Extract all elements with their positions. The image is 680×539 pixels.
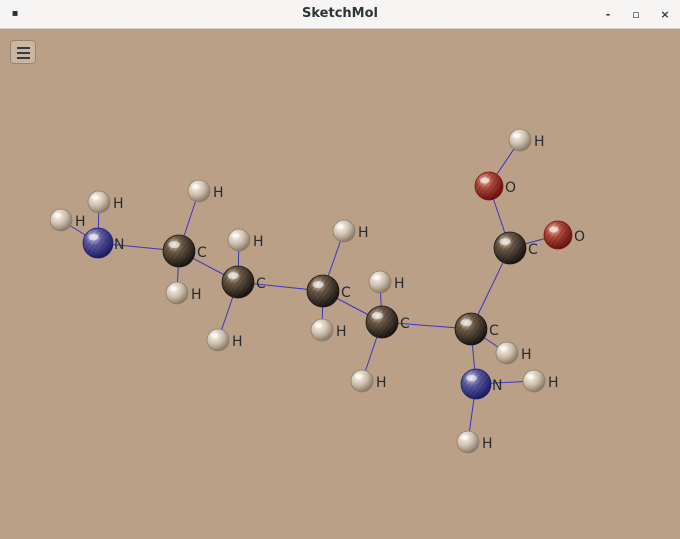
atom-highlight	[88, 233, 99, 241]
atom-highlight	[91, 195, 100, 201]
window-title: SketchMol	[302, 6, 378, 21]
atom-shading	[366, 306, 398, 338]
atom-label: H	[336, 324, 347, 340]
atom-highlight	[499, 238, 511, 246]
atom-sphere[interactable]	[87, 190, 111, 214]
atom-shading	[83, 228, 113, 258]
atom-label: C	[400, 316, 410, 332]
atom-sphere[interactable]	[508, 128, 532, 152]
atom-highlight	[460, 435, 469, 441]
atom-shading	[222, 266, 254, 298]
atom-highlight	[460, 319, 472, 327]
atom-highlight	[227, 272, 239, 280]
atom-shading	[455, 313, 487, 345]
paper-texture	[0, 29, 680, 539]
hamburger-icon-bar	[17, 57, 30, 59]
atom-label: C	[528, 242, 538, 258]
atom-sphere[interactable]	[332, 219, 356, 243]
atom-label: H	[213, 185, 224, 201]
atom-sphere[interactable]	[350, 369, 374, 393]
atom-highlight	[548, 226, 559, 233]
atom-label: H	[253, 234, 264, 250]
atom-label: H	[376, 375, 387, 391]
atom-highlight	[336, 224, 345, 230]
atom-label: N	[114, 237, 124, 253]
atom-shading	[475, 172, 503, 200]
atom-sphere[interactable]	[522, 369, 546, 393]
title-bar[interactable]: ▪ SketchMol - ▫ ×	[0, 0, 680, 29]
atom-label: O	[505, 180, 516, 196]
atom-label: H	[232, 334, 243, 350]
hamburger-menu-button[interactable]	[10, 40, 36, 64]
molecule-drawing[interactable]: NHHCHHCHHCHH CHHCHN HHCOHO	[0, 29, 680, 539]
atom-highlight	[168, 241, 180, 249]
atom-shading	[307, 275, 339, 307]
atom-sphere[interactable]	[368, 270, 392, 294]
atom-highlight	[314, 323, 323, 329]
atom-highlight	[53, 213, 62, 219]
minimize-button[interactable]: -	[598, 5, 618, 25]
atom-shading	[163, 235, 195, 267]
atom-highlight	[169, 286, 178, 292]
atom-label: C	[256, 276, 266, 292]
atom-sphere[interactable]	[227, 228, 251, 252]
atom-label: N	[492, 378, 502, 394]
atom-label: C	[197, 245, 207, 261]
atom-highlight	[371, 312, 383, 320]
close-button[interactable]: ×	[655, 5, 675, 25]
atom-highlight	[499, 346, 508, 352]
atom-label: C	[489, 323, 499, 339]
atom-label: H	[548, 375, 559, 391]
atom-sphere[interactable]	[187, 179, 211, 203]
molecule-canvas[interactable]: NHHCHHCHHCHHCHHCHNHHCOHO	[0, 29, 680, 539]
maximize-button[interactable]: ▫	[626, 5, 646, 25]
atom-shading	[494, 232, 526, 264]
atom-sphere[interactable]	[206, 328, 230, 352]
atom-label: H	[113, 196, 124, 212]
atom-highlight	[191, 184, 200, 190]
atom-sphere[interactable]	[310, 318, 334, 342]
atom-label: C	[341, 285, 351, 301]
atom-label: H	[75, 214, 86, 230]
atom-sphere[interactable]	[165, 281, 189, 305]
atom-highlight	[372, 275, 381, 281]
hamburger-icon-bar	[17, 52, 30, 54]
atom-label: O	[574, 229, 585, 245]
atom-highlight	[479, 177, 490, 184]
atom-highlight	[526, 374, 535, 380]
atom-highlight	[210, 333, 219, 339]
atom-shading	[461, 369, 491, 399]
atom-label: H	[191, 287, 202, 303]
atom-highlight	[354, 374, 363, 380]
atom-label: H	[534, 134, 545, 150]
atom-label: H	[358, 225, 369, 241]
atom-highlight	[512, 133, 521, 139]
atom-label: H	[482, 436, 493, 452]
atom-label: H	[394, 276, 405, 292]
atom-highlight	[466, 374, 477, 382]
atom-label: H	[521, 347, 532, 363]
atom-shading	[544, 221, 572, 249]
app-window: ▪ SketchMol - ▫ × N H H C H H C H H C H …	[0, 0, 680, 539]
atom-highlight	[231, 233, 240, 239]
atom-sphere[interactable]	[495, 341, 519, 365]
hamburger-icon	[17, 47, 30, 49]
atom-highlight	[312, 281, 324, 289]
atom-sphere[interactable]	[49, 208, 73, 232]
atom-sphere[interactable]	[456, 430, 480, 454]
